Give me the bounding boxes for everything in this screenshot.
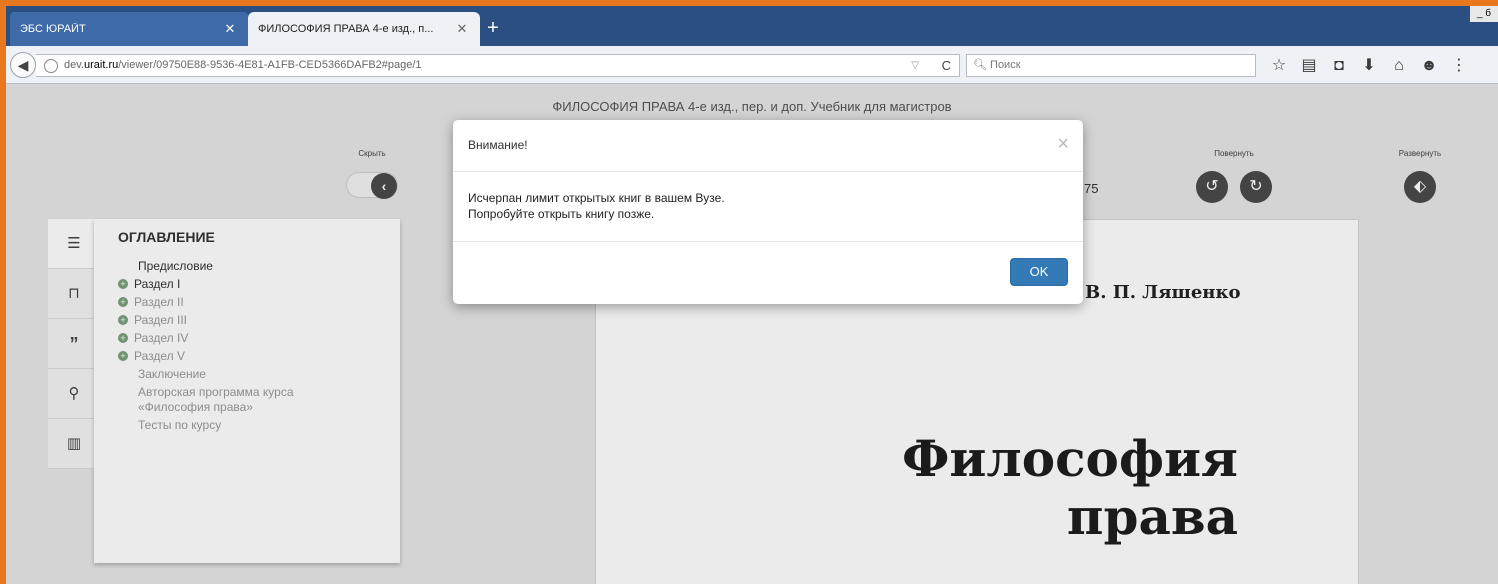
close-icon[interactable]: × (1057, 134, 1069, 154)
address-bar[interactable]: dev. urait.ru/viewer/09750E88-9536-4E81-A… (36, 54, 960, 77)
reload-icon[interactable]: C (942, 55, 951, 76)
new-tab-button[interactable]: + (482, 18, 504, 40)
download-icon[interactable]: ⬇ (1354, 54, 1384, 78)
url-dropdown-icon[interactable]: ▽ (911, 55, 919, 76)
pocket-icon[interactable]: ◘ (1324, 54, 1354, 78)
url-path: /viewer/09750E88-9536-4E81-A1FB-CED5366D… (118, 59, 422, 71)
home-icon[interactable]: ⌂ (1384, 54, 1414, 78)
back-arrow-icon: ◀ (17, 57, 29, 73)
globe-icon (44, 58, 58, 73)
url-prefix: dev. (64, 59, 84, 71)
reading-list-icon[interactable]: ▤ (1294, 54, 1324, 78)
dialog-message-line-1: Исчерпан лимит открытых книг в вашем Вуз… (468, 191, 725, 205)
navigation-bar: ◀ dev. urait.ru/viewer/09750E88-9536-4E81… (6, 46, 1498, 84)
search-icon: 🔍︎ (973, 59, 987, 71)
alert-dialog: Внимание! × Исчерпан лимит открытых книг… (453, 120, 1083, 304)
tab-close-icon[interactable]: ✕ (454, 21, 470, 37)
back-button[interactable]: ◀ (10, 52, 36, 78)
tab-title: ЭБС ЮРАЙТ (20, 23, 86, 35)
tab-close-icon[interactable]: ✕ (222, 21, 238, 37)
window-controls[interactable]: _ б (1470, 6, 1498, 22)
browser-window: ЭБС ЮРАЙТ ✕ ФИЛОСОФИЯ ПРАВА 4-е изд., п.… (6, 6, 1498, 584)
chat-icon[interactable]: ☻ (1414, 54, 1444, 78)
tab-philosophy-of-law[interactable]: ФИЛОСОФИЯ ПРАВА 4-е изд., п... ✕ (248, 12, 480, 46)
dialog-message-line-2: Попробуйте открыть книгу позже. (468, 207, 655, 221)
tab-ebs-urait[interactable]: ЭБС ЮРАЙТ ✕ (10, 12, 248, 46)
dialog-header: Внимание! × (453, 120, 1083, 172)
tab-title: ФИЛОСОФИЯ ПРАВА 4-е изд., п... (258, 23, 434, 35)
toolbar-icons: ☆ ▤ ◘ ⬇ ⌂ ☻ ⋮ (1264, 54, 1474, 78)
search-placeholder: Поиск (990, 59, 1021, 71)
star-icon[interactable]: ☆ (1264, 54, 1294, 78)
dialog-footer: OK (453, 242, 1083, 302)
dialog-body: Исчерпан лимит открытых книг в вашем Вуз… (453, 172, 1083, 242)
ok-button[interactable]: OK (1010, 258, 1068, 286)
search-input[interactable]: 🔍︎ Поиск (966, 54, 1256, 77)
dialog-title: Внимание! (468, 138, 528, 152)
tab-strip: ЭБС ЮРАЙТ ✕ ФИЛОСОФИЯ ПРАВА 4-е изд., п.… (6, 6, 1498, 46)
menu-icon[interactable]: ⋮ (1444, 54, 1474, 78)
url-host: urait.ru (83, 59, 119, 71)
